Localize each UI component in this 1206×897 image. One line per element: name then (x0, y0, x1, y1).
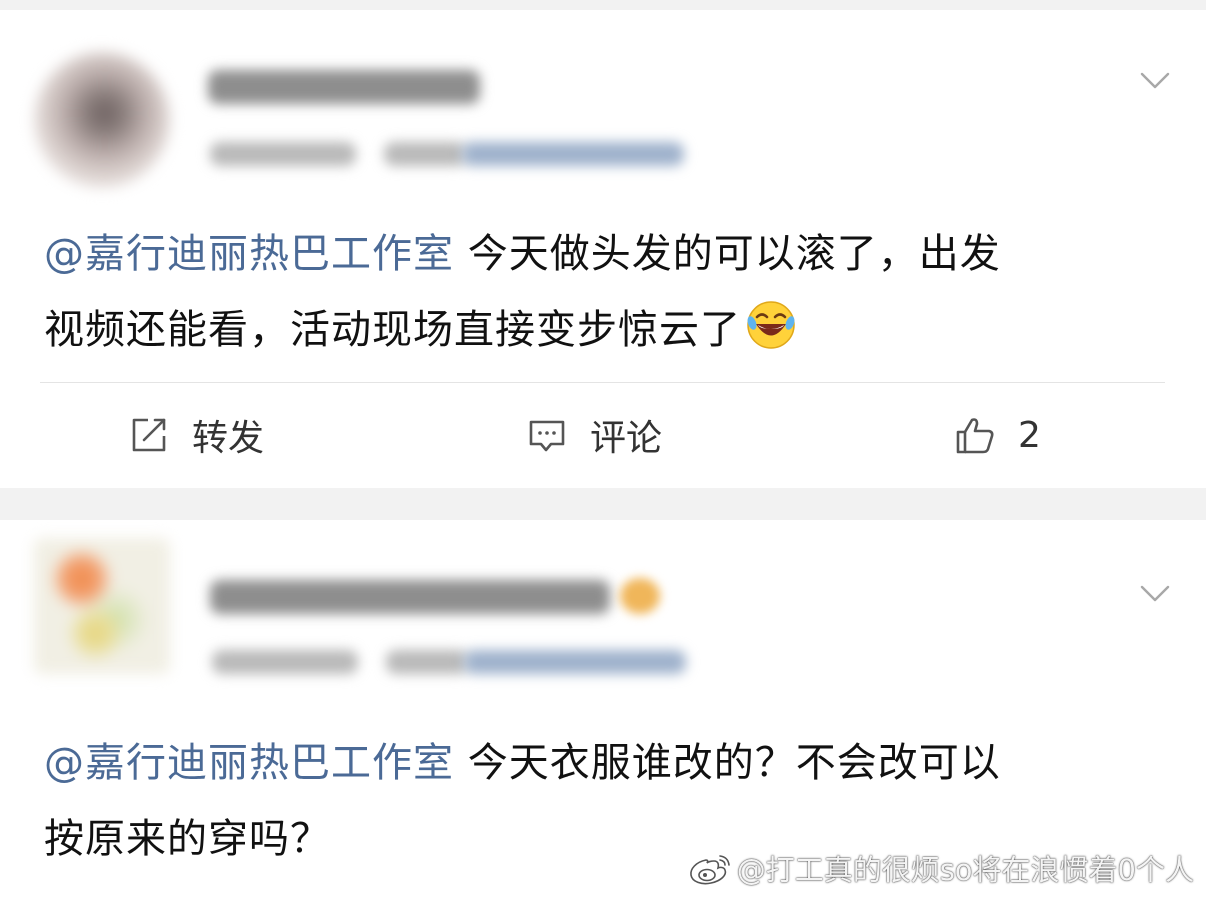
user-badge-icon (620, 578, 660, 614)
comment-card: @嘉行迪丽热巴工作室 今天做头发的可以滚了，出发 视频还能看，活动现场直接变步惊… (0, 10, 1206, 488)
username-blurred[interactable] (208, 70, 480, 104)
username-blurred[interactable] (210, 580, 610, 614)
like-count: 2 (1018, 414, 1041, 456)
comment-line: 视频还能看，活动现场直接变步惊云了 (44, 292, 1159, 368)
source-prefix-blurred (384, 142, 466, 166)
repost-label: 转发 (192, 418, 265, 459)
chevron-down-icon[interactable] (1140, 72, 1170, 90)
watermark-text: @打工真的很烦so将在浪惯着0个人 (736, 853, 1194, 887)
comment-line: @嘉行迪丽热巴工作室 今天衣服谁改的？不会改可以 (44, 725, 1159, 801)
timestamp-blurred (210, 142, 356, 166)
comment-text-part: 今天做头发的可以滚了，出发 (454, 231, 1001, 277)
source-device-blurred (464, 650, 686, 674)
mention-link[interactable]: @嘉行迪丽热巴工作室 (44, 231, 454, 277)
weibo-watermark: @打工真的很烦so将在浪惯着0个人 (687, 847, 1194, 889)
comment-card: @嘉行迪丽热巴工作室 今天衣服谁改的？不会改可以 按原来的穿吗？ @打工真的很烦… (0, 520, 1206, 897)
repost-button[interactable]: 转发 (128, 410, 264, 460)
comment-text-part: 按原来的穿吗？ (44, 816, 331, 862)
avatar[interactable] (34, 52, 170, 188)
weibo-logo-icon (689, 855, 730, 885)
comment-text: @嘉行迪丽热巴工作室 今天做头发的可以滚了，出发 视频还能看，活动现场直接变步惊… (44, 216, 1159, 368)
source-prefix-blurred (386, 650, 468, 674)
source-device-blurred (462, 142, 684, 166)
timestamp-blurred (212, 650, 358, 674)
comment-line: @嘉行迪丽热巴工作室 今天做头发的可以滚了，出发 (44, 216, 1159, 292)
repost-icon (132, 418, 166, 452)
avatar[interactable] (34, 538, 170, 674)
like-button[interactable]: 2 (954, 410, 1041, 460)
comment-feed: @嘉行迪丽热巴工作室 今天做头发的可以滚了，出发 视频还能看，活动现场直接变步惊… (0, 0, 1206, 897)
comment-button[interactable]: 评论 (526, 410, 662, 460)
laughing-crying-emoji-icon (747, 301, 795, 349)
comment-label: 评论 (590, 418, 663, 459)
comment-text-part: 今天衣服谁改的？不会改可以 (454, 740, 1001, 786)
chevron-down-icon[interactable] (1140, 585, 1170, 603)
comment-text-part: 视频还能看，活动现场直接变步惊云了 (44, 307, 741, 353)
mention-link[interactable]: @嘉行迪丽热巴工作室 (44, 740, 454, 786)
thumbs-up-icon (956, 418, 994, 454)
divider (40, 382, 1165, 383)
comment-icon (529, 420, 565, 452)
